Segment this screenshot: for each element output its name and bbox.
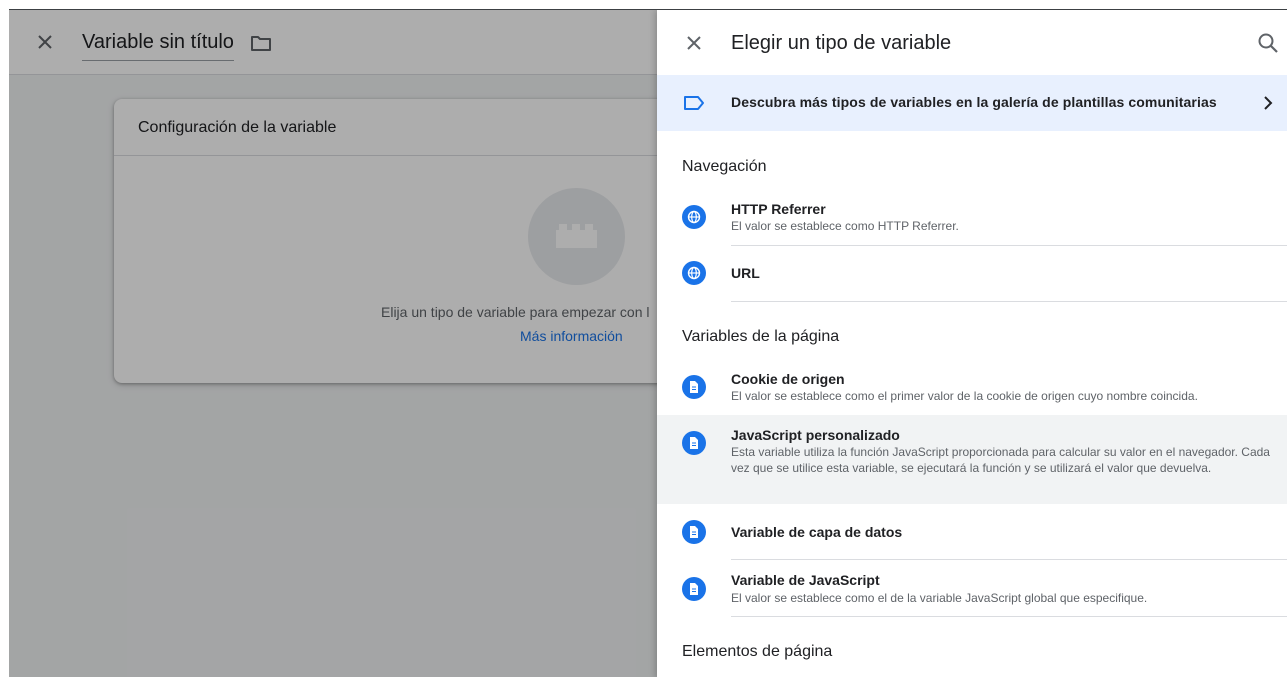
item-description: El valor se establece como el primer val…	[731, 389, 1198, 403]
banner-text: Descubra más tipos de variables en la ga…	[731, 94, 1217, 110]
divider	[731, 616, 1287, 617]
section-title-elementos-pagina: Elementos de página	[682, 643, 833, 660]
item-description: Esta variable utiliza la función JavaScr…	[731, 445, 1270, 475]
item-name: HTTP Referrer	[731, 201, 826, 217]
item-name: URL	[731, 265, 760, 281]
chevron-right-icon	[1264, 96, 1273, 110]
community-gallery-banner[interactable]: Descubra más tipos de variables en la ga…	[657, 75, 1287, 131]
item-description: El valor se establece como HTTP Referrer…	[731, 219, 959, 233]
variable-type-panel: Elegir un tipo de variable Descubra más …	[657, 10, 1287, 677]
document-icon	[682, 577, 706, 601]
section-title-variables-pagina: Variables de la página	[682, 328, 840, 345]
globe-icon	[682, 205, 706, 229]
panel-title: Elegir un tipo de variable	[731, 32, 952, 54]
document-icon	[682, 375, 706, 399]
globe-icon	[682, 261, 706, 285]
document-icon	[682, 431, 706, 455]
section-title-navegacion: Navegación	[682, 158, 767, 175]
search-icon[interactable]	[1257, 32, 1279, 54]
item-name: JavaScript personalizado	[731, 427, 900, 443]
item-name: Variable de capa de datos	[731, 524, 903, 540]
app-frame: Variable sin título Configuración de la …	[9, 9, 1287, 677]
item-description: El valor se establece como el de la vari…	[731, 591, 1148, 605]
variable-type-cookie-origen[interactable]: Cookie de origen El valor se establece c…	[657, 360, 1287, 415]
variable-type-url[interactable]: URL	[657, 246, 1287, 302]
item-name: Variable de JavaScript	[731, 572, 880, 588]
close-icon[interactable]	[684, 33, 704, 53]
document-icon	[682, 520, 706, 544]
variable-type-capa-datos[interactable]: Variable de capa de datos	[657, 504, 1287, 560]
variable-type-variable-javascript[interactable]: Variable de JavaScript El valor se estab…	[657, 560, 1287, 617]
variable-type-http-referrer[interactable]: HTTP Referrer El valor se establece como…	[657, 190, 1287, 246]
item-name: Cookie de origen	[731, 371, 845, 387]
divider	[731, 301, 1287, 302]
label-icon	[684, 96, 704, 110]
variable-type-javascript-personalizado[interactable]: JavaScript personalizado Esta variable u…	[657, 415, 1287, 504]
